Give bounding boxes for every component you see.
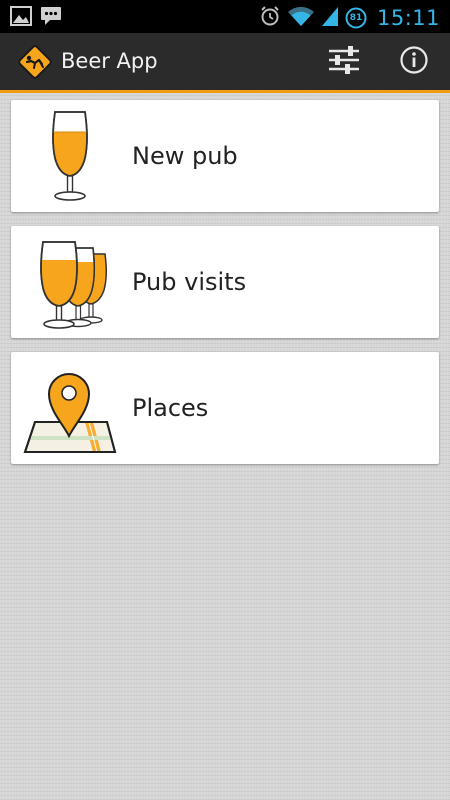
menu-item-pub-visits[interactable]: Pub visits bbox=[11, 226, 439, 338]
chat-icon bbox=[40, 6, 62, 30]
main-menu: New pub Pub visits Places bbox=[11, 100, 439, 478]
action-bar: Beer App bbox=[0, 33, 450, 93]
menu-item-label: Pub visits bbox=[132, 268, 247, 296]
menu-item-label: New pub bbox=[132, 142, 238, 170]
map-pin-icon bbox=[19, 358, 119, 458]
app-title: Beer App bbox=[61, 49, 158, 73]
clock: 15:11 bbox=[376, 6, 440, 30]
info-icon bbox=[399, 45, 429, 79]
status-bar: 81 15:11 bbox=[0, 0, 450, 33]
drunk-sign-icon[interactable] bbox=[16, 43, 54, 81]
notification-icons bbox=[10, 6, 62, 30]
signal-icon bbox=[321, 5, 339, 31]
settings-button[interactable] bbox=[322, 43, 366, 81]
menu-item-places[interactable]: Places bbox=[11, 352, 439, 464]
menu-item-label: Places bbox=[132, 394, 209, 422]
beer-glass-icon bbox=[19, 106, 119, 206]
menu-item-new-pub[interactable]: New pub bbox=[11, 100, 439, 212]
alarm-icon bbox=[259, 5, 281, 31]
settings-sliders-icon bbox=[327, 45, 361, 79]
system-icons: 81 15:11 bbox=[259, 4, 440, 32]
battery-level: 81 bbox=[349, 13, 363, 23]
beer-glasses-icon bbox=[19, 232, 119, 332]
wifi-icon bbox=[287, 4, 315, 32]
info-button[interactable] bbox=[392, 43, 436, 81]
battery-icon: 81 bbox=[345, 7, 367, 29]
image-icon bbox=[10, 6, 32, 30]
